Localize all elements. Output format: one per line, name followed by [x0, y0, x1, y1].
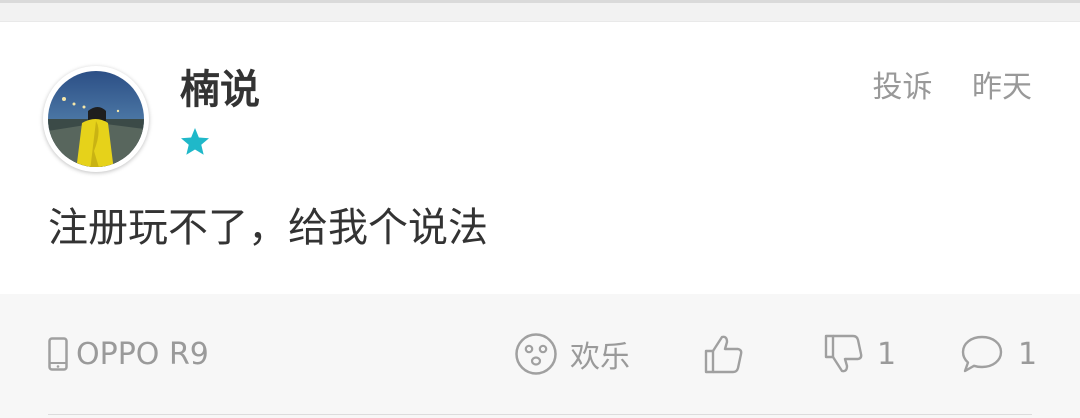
top-divider-strip [0, 0, 1080, 22]
post-footer: OPPO R9 欢乐 1 1 [0, 294, 1080, 418]
device-info: OPPO R9 [48, 332, 209, 376]
post-content: 注册玩不了，给我个说法 [48, 205, 488, 251]
post-card: 楠说 投诉 昨天 注册玩不了，给我个说法 [0, 22, 1080, 294]
dislike-button[interactable]: 1 [823, 330, 896, 378]
thumbs-down-icon [824, 334, 863, 373]
post-meta: 投诉 昨天 [872, 68, 1032, 108]
comment-bubble-icon [961, 335, 1003, 373]
user-avatar[interactable] [43, 66, 149, 172]
phone-icon [48, 337, 68, 371]
like-button[interactable] [703, 330, 745, 378]
comment-button[interactable]: 1 [960, 330, 1037, 378]
smiley-face-icon [515, 333, 557, 375]
thumbs-up-icon [704, 335, 743, 374]
comment-count: 1 [1018, 336, 1038, 372]
post-page: 楠说 投诉 昨天 注册玩不了，给我个说法 OPPO R9 欢乐 1 1 [0, 0, 1080, 418]
mood-label: 欢乐 [570, 340, 630, 375]
device-name: OPPO R9 [76, 336, 209, 372]
author-name[interactable]: 楠说 [180, 64, 260, 116]
avatar-photo-icon [48, 71, 144, 167]
star-icon [181, 128, 209, 155]
dislike-count: 1 [877, 336, 897, 372]
footer-divider [48, 414, 1032, 415]
post-time: 昨天 [972, 70, 1032, 105]
mood-button[interactable]: 欢乐 [514, 330, 630, 378]
report-button[interactable]: 投诉 [872, 70, 932, 105]
